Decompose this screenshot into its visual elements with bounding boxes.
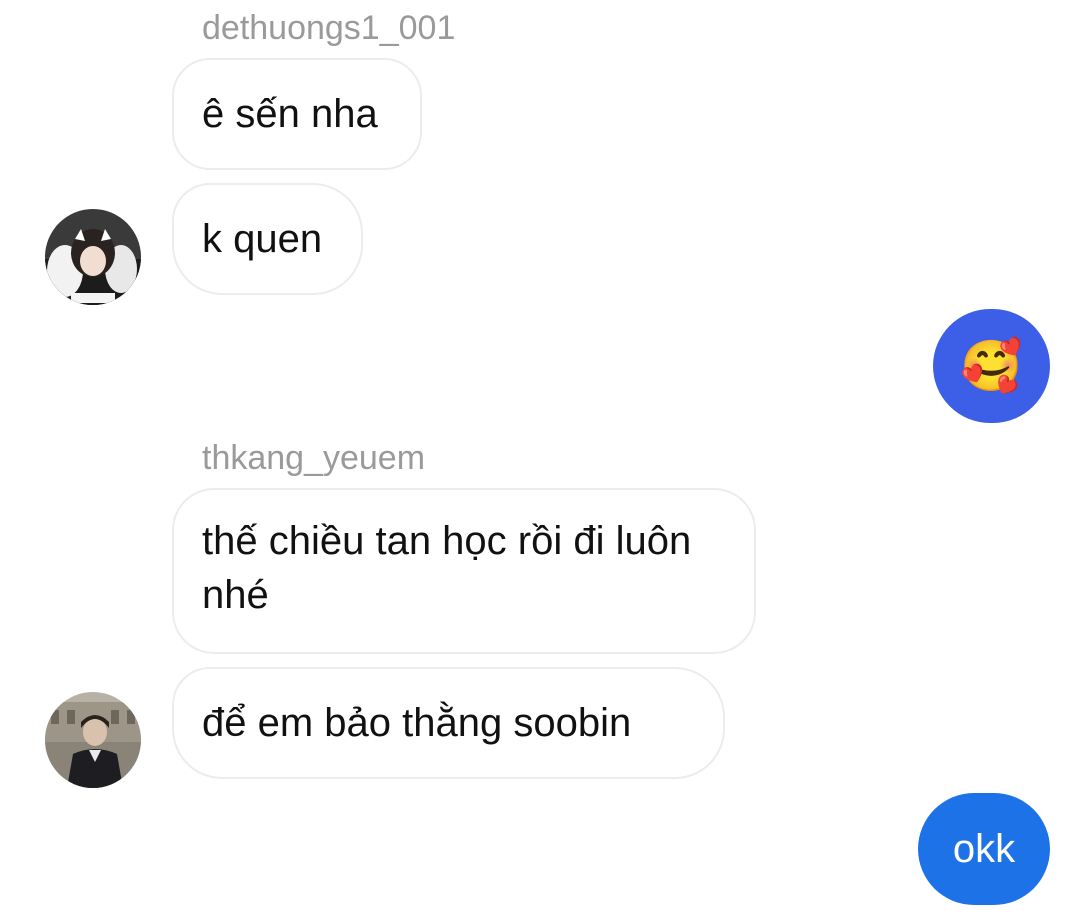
sender-name: dethuongs1_001 [202, 9, 456, 47]
chat-thread: dethuongs1_001 ê sến nha k quen 🥰 thkang… [0, 0, 1080, 919]
outgoing-message[interactable]: okk [918, 793, 1050, 905]
incoming-message[interactable]: ê sến nha [172, 58, 422, 170]
smiling-face-with-hearts-icon: 🥰 [960, 337, 1023, 395]
avatar-image [45, 209, 141, 305]
incoming-message[interactable]: để em bảo thằng soobin [172, 667, 725, 779]
incoming-message[interactable]: k quen [172, 183, 363, 295]
avatar-thkang-yeuem[interactable] [45, 692, 141, 788]
sender-name: thkang_yeuem [202, 439, 426, 477]
avatar-image [45, 692, 141, 788]
avatar-dethuongs1-001[interactable] [45, 209, 141, 305]
outgoing-emoji-message[interactable]: 🥰 [933, 309, 1050, 423]
incoming-message[interactable]: thế chiều tan học rồi đi luôn nhé [172, 488, 756, 654]
